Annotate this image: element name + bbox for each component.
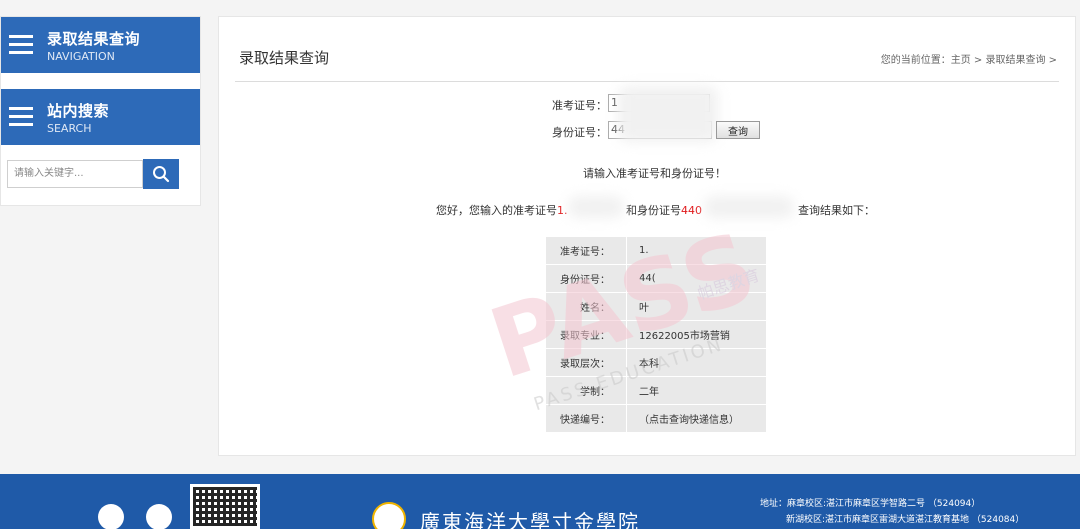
result-row: 学制： 二年 <box>546 377 766 405</box>
result-intro: 您好，您输入的准考证号1. <box>436 202 568 218</box>
result-value: 12622005市场营销 <box>626 321 766 349</box>
result-key: 学制： <box>546 377 626 405</box>
result-row: 准考证号： 1. <box>546 237 766 265</box>
address-line-1: 地址：麻章校区:湛江市麻章区学智路二号 （524094） <box>760 499 981 509</box>
result-exam-number: 1. <box>557 204 568 217</box>
weibo-icon[interactable] <box>98 504 124 529</box>
sidebar-nav-title: 录取结果查询 <box>47 30 141 48</box>
address-line-2: 新湖校区:湛江市麻章区雷湖大道湛江教育基地 （524084） <box>786 515 1025 525</box>
sidebar: 录取结果查询 NAVIGATION 站内搜索 SEARCH 请输入关键字... <box>0 16 201 206</box>
result-prefix: 您好，您输入的准考证号 <box>436 204 557 217</box>
privacy-blur <box>568 196 624 218</box>
sidebar-nav-subtitle: NAVIGATION <box>47 50 115 63</box>
menu-icon <box>9 35 33 55</box>
result-suffix: 查询结果如下： <box>798 204 875 217</box>
result-key: 准考证号： <box>546 237 626 265</box>
search-button[interactable] <box>143 159 179 189</box>
wechat-icon[interactable] <box>146 504 172 529</box>
result-key: 快递编号： <box>546 405 626 433</box>
footer: 廣東海洋大學寸金學院 地址：麻章校区:湛江市麻章区学智路二号 （524094） … <box>0 474 1080 529</box>
menu-icon <box>9 107 33 127</box>
sidebar-search-header: 站内搜索 SEARCH <box>1 89 200 145</box>
page-title: 录取结果查询 <box>239 49 330 67</box>
input-prompt: 请输入准考证号和身份证号！ <box>583 167 726 180</box>
privacy-blur <box>618 86 718 142</box>
result-value: 叶 <box>626 293 766 321</box>
result-intro-mid: 和身份证号440 <box>626 202 702 218</box>
result-value: 二年 <box>626 377 766 405</box>
result-row: 身份证号： 44( <box>546 265 766 293</box>
sidebar-search-title: 站内搜索 <box>47 102 110 120</box>
result-mid: 和身份证号 <box>626 204 681 217</box>
school-logo-icon <box>372 502 406 529</box>
page: 录取结果查询 NAVIGATION 站内搜索 SEARCH 请输入关键字... … <box>0 0 1080 529</box>
sidebar-search-subtitle: SEARCH <box>47 122 92 135</box>
school-name: 廣東海洋大學寸金學院 <box>420 510 640 529</box>
result-key: 录取层次： <box>546 349 626 377</box>
result-row: 姓名：叶 <box>546 293 766 321</box>
result-table: 准考证号： 1. 身份证号： 44(姓名：叶录取专业： 12622005市场营销 录取层次… <box>546 237 766 433</box>
query-button[interactable]: 查询 <box>716 121 760 139</box>
result-value: 1. <box>626 237 766 265</box>
search-icon <box>153 166 170 183</box>
result-key: 姓名： <box>546 293 626 321</box>
id-number-label: 身份证号： <box>552 126 607 139</box>
breadcrumb: 您的当前位置：主页 > 录取结果查询 > <box>880 55 1057 66</box>
title-divider <box>235 81 1059 82</box>
result-key: 身份证号： <box>546 265 626 293</box>
search-input[interactable]: 请输入关键字... <box>7 160 143 188</box>
qr-code <box>190 484 260 529</box>
result-value[interactable]: （点击查询快递信息） <box>626 405 766 433</box>
result-row: 录取层次： 本科 <box>546 349 766 377</box>
result-value: 本科 <box>626 349 766 377</box>
result-id-number: 440 <box>681 204 702 217</box>
result-row: 录取专业： 12622005市场营销 <box>546 321 766 349</box>
result-key: 录取专业： <box>546 321 626 349</box>
exam-number-label: 准考证号： <box>552 99 607 112</box>
privacy-blur <box>704 196 794 218</box>
result-value: 44( <box>626 265 766 293</box>
sidebar-nav-header[interactable]: 录取结果查询 NAVIGATION <box>1 17 200 73</box>
result-row: 快递编号： （点击查询快递信息） <box>546 405 766 433</box>
